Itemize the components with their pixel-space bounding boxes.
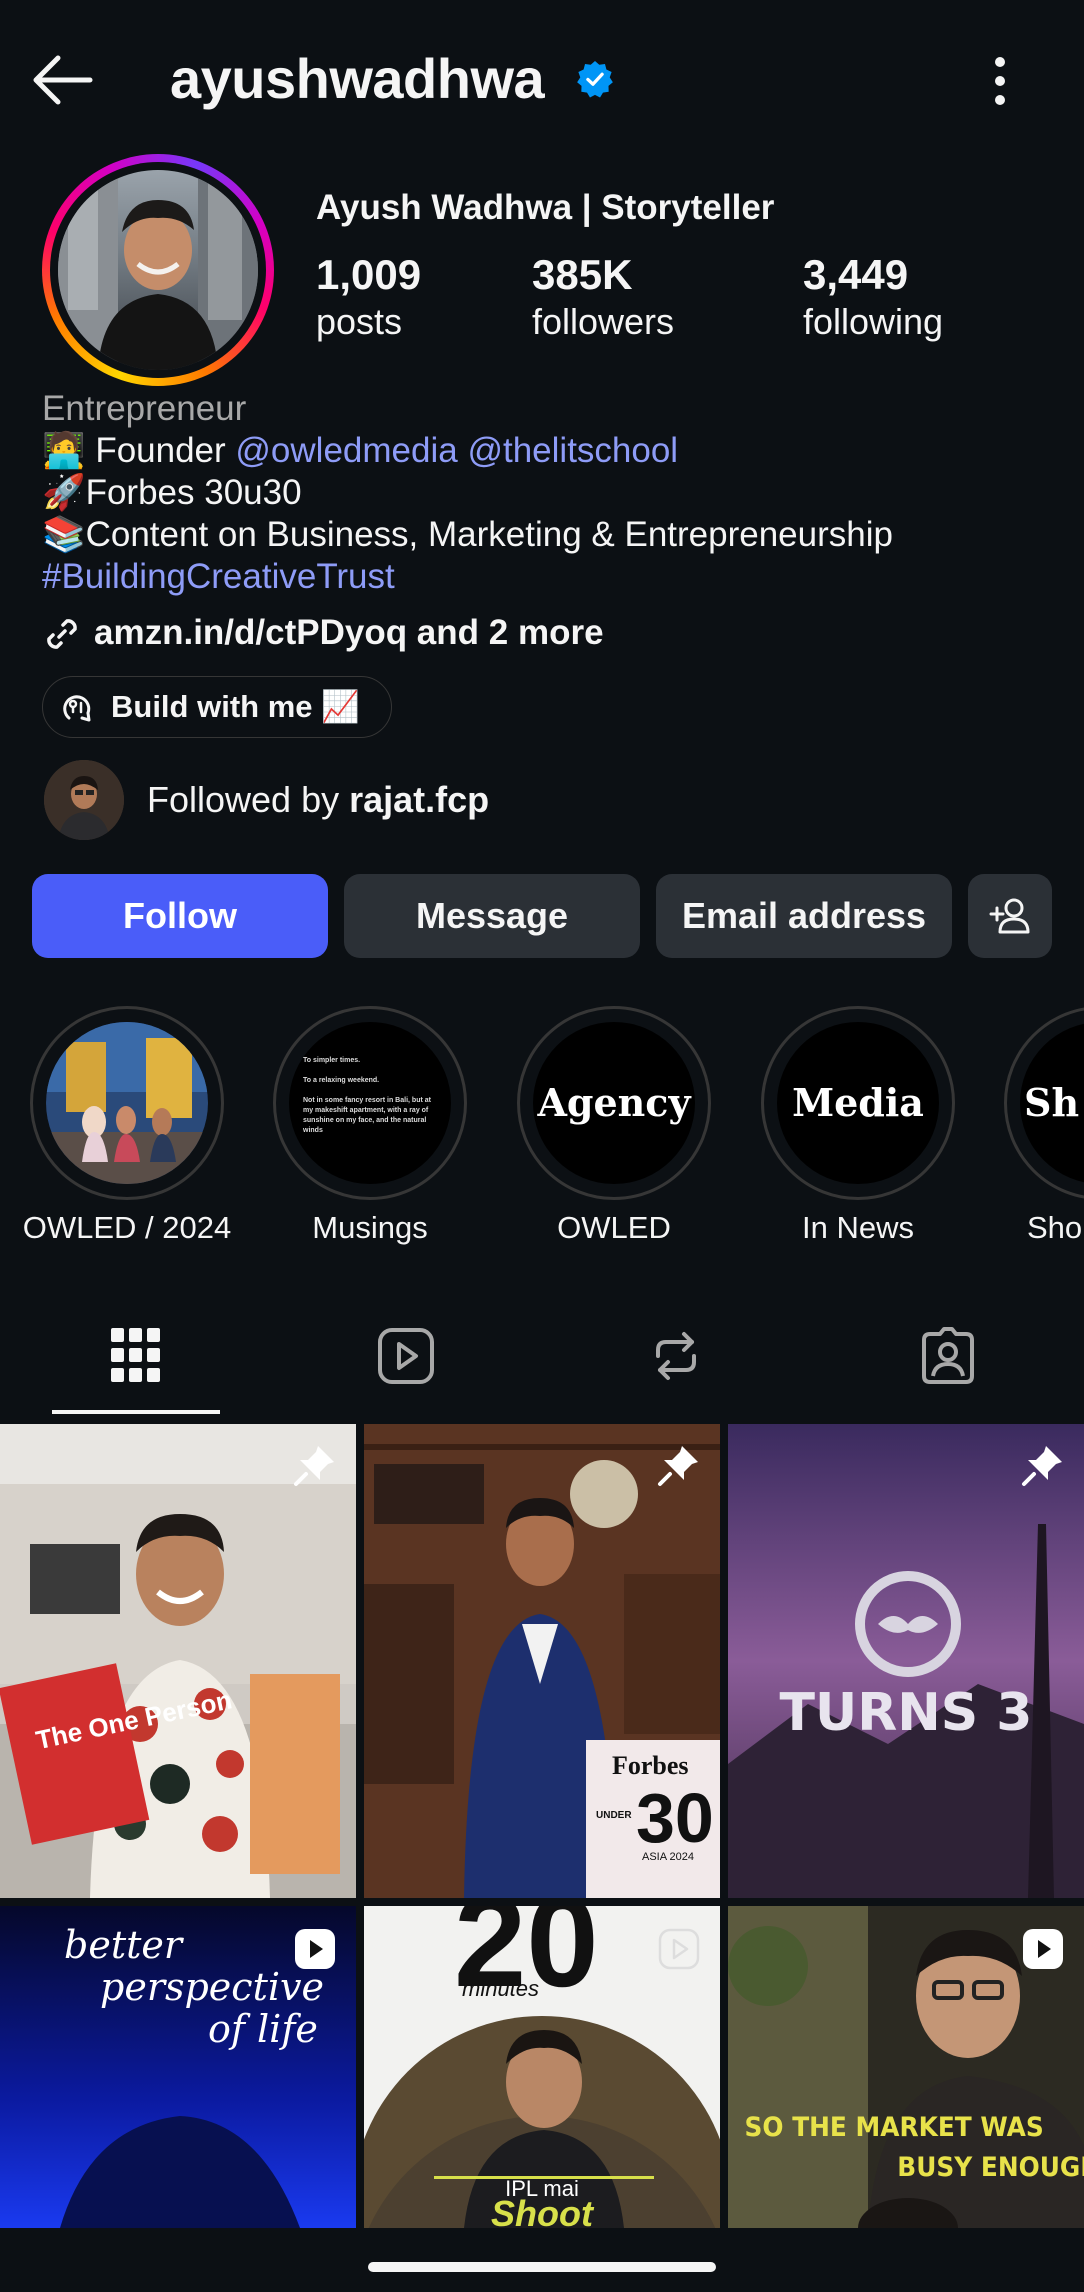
tab-reposts[interactable] (616, 1310, 736, 1400)
followed-by-user: rajat.fcp (349, 779, 490, 820)
add-user-icon (989, 898, 1030, 934)
technologist-emoji: 🧑‍💻 (42, 431, 86, 470)
profile-avatar[interactable] (42, 154, 274, 386)
followers-stat[interactable]: 385K followers (532, 250, 674, 344)
musings-line: winds (303, 1127, 323, 1134)
follow-button[interactable]: Follow (32, 874, 328, 958)
arrow-left-icon (33, 55, 93, 105)
back-button[interactable] (28, 50, 98, 110)
more-vertical-icon (995, 57, 1005, 105)
post-thumbnail[interactable]: TURNS 3 (728, 1424, 1084, 1898)
post-overlay-text: TURNS 3 (780, 1683, 1033, 1743)
bio-founder-text: Founder (85, 431, 236, 470)
reel-icon (295, 1929, 335, 1969)
tab-tagged[interactable] (888, 1310, 1008, 1400)
profile-display-name: Ayush Wadhwa | Storyteller (316, 188, 775, 227)
highlight-cover-text: Agency (537, 1080, 691, 1125)
post-thumbnail[interactable]: Forbes UNDER 30 ASIA 2024 (364, 1424, 720, 1898)
post-thumbnail[interactable]: The One Person (0, 1424, 356, 1898)
post-caption-line: BUSY ENOUGH (897, 2152, 1084, 2183)
reels-icon (378, 1328, 434, 1384)
bio-line-founder: 🧑‍💻 Founder @owledmedia @thelitschool (42, 430, 1062, 472)
reel-icon (1023, 1929, 1063, 1969)
bio-links[interactable]: amzn.in/d/ctPDyoq and 2 more (42, 608, 742, 658)
post-thumbnail[interactable]: better perspective of life (0, 1906, 356, 2228)
post-overlay-line: perspective (100, 1965, 324, 2009)
reel-icon (658, 1928, 700, 1970)
profile-bio: 🧑‍💻 Founder @owledmedia @thelitschool 🚀F… (42, 430, 1062, 598)
link-icon (47, 619, 77, 649)
threads-badge-button[interactable]: Build with me 📈 (42, 676, 392, 738)
bio-line-forbes: 🚀Forbes 30u30 (42, 473, 302, 512)
bio-line-content: 📚Content on Business, Marketing & Entrep… (42, 515, 893, 554)
active-tab-indicator (52, 1410, 220, 1414)
profile-category: Entrepreneur (42, 389, 247, 428)
followed-by-prefix: Followed by (147, 779, 350, 820)
post-overlay-line: better (64, 1923, 185, 1967)
home-indicator[interactable] (368, 2262, 716, 2272)
post-bottom-highlight: Shoot (491, 2193, 595, 2228)
post-overlay-line: of life (208, 2007, 318, 2051)
post-under-text: UNDER (596, 1810, 632, 1821)
following-stat[interactable]: 3,449 following (803, 250, 943, 344)
system-nav-area (0, 2228, 1084, 2292)
musings-line: To a relaxing weekend. (303, 1077, 380, 1084)
verified-badge-icon (576, 60, 614, 98)
post-sub-text: ASIA 2024 (642, 1851, 694, 1863)
suggested-users-button[interactable] (968, 874, 1052, 958)
highlight-cover-text: Sh (1024, 1080, 1080, 1125)
highlight-label: In News (802, 1210, 914, 1245)
tab-reels[interactable] (346, 1310, 466, 1400)
tagged-icon (922, 1327, 974, 1384)
pin-icon (294, 1446, 334, 1486)
musings-line: Not in some fancy resort in Bali, but at (303, 1097, 431, 1104)
following-label: following (803, 301, 944, 342)
posts-label: posts (316, 301, 403, 342)
following-count: 3,449 (803, 251, 909, 298)
pin-icon (658, 1446, 698, 1486)
bio-link-text: amzn.in/d/ctPDyoq and 2 more (94, 613, 604, 652)
followers-label: followers (532, 301, 675, 342)
followers-count: 385K (532, 251, 633, 298)
grid-icon (111, 1328, 160, 1382)
post-brand-text: Forbes (612, 1751, 689, 1780)
reposts-icon (656, 1332, 696, 1380)
hashtag-link[interactable]: #BuildingCreativeTrust (42, 556, 1062, 598)
highlight-label: Sho (1027, 1210, 1083, 1245)
more-options-button[interactable] (975, 48, 1025, 114)
mention-thelitschool[interactable]: @thelitschool (467, 431, 678, 470)
post-big-number: 30 (636, 1779, 714, 1857)
post-small-text: minutes (462, 1976, 539, 2001)
tab-posts-grid[interactable] (76, 1310, 196, 1400)
musings-line: sunshine on my face, and the natural (303, 1117, 427, 1124)
post-thumbnail[interactable]: SO THE MARKET WAS BUSY ENOUGH (728, 1906, 1084, 2228)
musings-line: my makeshift apartment, with a ray of (303, 1107, 429, 1114)
highlight-shows[interactable]: Sh Sho (1004, 1006, 1084, 1266)
email-button[interactable]: Email address (656, 874, 952, 958)
message-button[interactable]: Message (344, 874, 640, 958)
threads-icon (63, 695, 91, 722)
threads-chip-label: Build with me 📈 (111, 689, 360, 724)
post-caption-line: SO THE MARKET WAS (745, 2112, 1044, 2143)
highlight-cover-text: Media (792, 1080, 924, 1125)
pin-icon (1022, 1446, 1062, 1486)
posts-stat[interactable]: 1,009 posts (316, 250, 421, 344)
mutual-follower-avatar[interactable] (44, 760, 124, 840)
posts-count: 1,009 (316, 251, 422, 298)
mention-owledmedia[interactable]: @owledmedia (235, 431, 457, 470)
musings-line: To simpler times. (303, 1057, 361, 1064)
followed-by-text[interactable]: Followed by rajat.fcp (147, 778, 489, 822)
post-thumbnail[interactable]: 20 minutes IPL mai Shoot (364, 1906, 720, 2228)
profile-username: ayushwadhwa (170, 47, 545, 110)
